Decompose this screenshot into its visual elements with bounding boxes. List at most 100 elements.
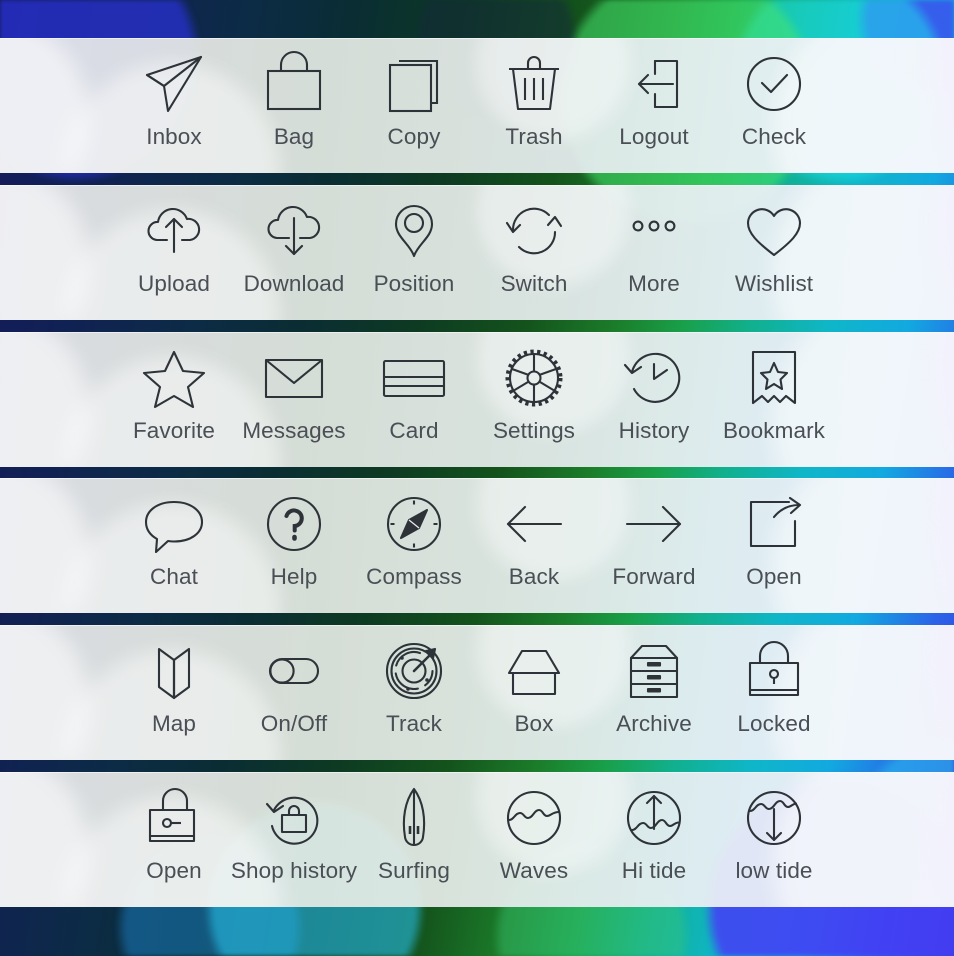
icon-label: Help: [270, 564, 318, 589]
icon-label: Position: [373, 271, 455, 296]
icon-cell-check[interactable]: Check: [714, 38, 834, 173]
icon-cell-surfing[interactable]: Surfing: [354, 772, 474, 907]
icon-label: Bookmark: [722, 418, 826, 443]
shopping-bag-icon: [255, 40, 333, 128]
cloud-upload-icon: [135, 187, 213, 275]
icon-label: On/Off: [260, 711, 328, 736]
icon-cell-archive[interactable]: Archive: [594, 625, 714, 760]
icon-label: Inbox: [146, 124, 202, 149]
icon-label: Switch: [500, 271, 568, 296]
icon-cell-hi-tide[interactable]: Hi tide: [594, 772, 714, 907]
icon-label: low tide: [735, 858, 813, 883]
refresh-switch-icon: [495, 187, 573, 275]
icon-label: Open: [146, 858, 202, 883]
waves-circle-icon: [495, 774, 573, 862]
icon-cell-wishlist[interactable]: Wishlist: [714, 185, 834, 320]
speech-bubble-icon: [135, 480, 213, 568]
icon-cell-bag[interactable]: Bag: [234, 38, 354, 173]
icon-label: Hi tide: [621, 858, 687, 883]
icon-cell-forward[interactable]: Forward: [594, 478, 714, 613]
icon-label: Copy: [387, 124, 441, 149]
icon-cell-help[interactable]: Help: [234, 478, 354, 613]
icon-cell-low-tide[interactable]: low tide: [714, 772, 834, 907]
icon-cell-card[interactable]: Card: [354, 332, 474, 467]
icon-label: More: [628, 271, 680, 296]
icon-cell-more[interactable]: More: [594, 185, 714, 320]
trash-can-icon: [495, 40, 573, 128]
icon-label: Favorite: [132, 418, 216, 443]
bookmark-star-icon: [735, 334, 813, 422]
envelope-icon: [255, 334, 333, 422]
icon-label: History: [618, 418, 690, 443]
icon-row-4: Chat Help Compass Back Forward Open: [0, 478, 954, 613]
icon-row-1: Inbox Bag Copy Trash Logout Check: [0, 38, 954, 173]
icon-cell-open-external[interactable]: Open: [714, 478, 834, 613]
icon-cell-chat[interactable]: Chat: [114, 478, 234, 613]
arrow-left-icon: [495, 480, 573, 568]
shop-history-icon: [255, 774, 333, 862]
icon-label: Back: [508, 564, 560, 589]
icon-label: Forward: [612, 564, 696, 589]
clock-rewind-icon: [615, 334, 693, 422]
send-paper-plane-icon: [135, 40, 213, 128]
icon-cell-inbox[interactable]: Inbox: [114, 38, 234, 173]
icon-label: Download: [243, 271, 345, 296]
icon-cell-favorite[interactable]: Favorite: [114, 332, 234, 467]
icon-cell-position[interactable]: Position: [354, 185, 474, 320]
cloud-download-icon: [255, 187, 333, 275]
compass-icon: [375, 480, 453, 568]
icon-cell-download[interactable]: Download: [234, 185, 354, 320]
icon-label: Wishlist: [734, 271, 814, 296]
icon-label: Compass: [366, 564, 462, 589]
icon-cell-compass[interactable]: Compass: [354, 478, 474, 613]
icon-cell-messages[interactable]: Messages: [234, 332, 354, 467]
icon-label: Shop history: [230, 858, 358, 883]
icon-row-2: Upload Download Position Switch More Wis…: [0, 185, 954, 320]
toggle-switch-icon: [255, 627, 333, 715]
check-circle-icon: [735, 40, 813, 128]
icon-cell-bookmark[interactable]: Bookmark: [714, 332, 834, 467]
icon-label: Check: [741, 124, 807, 149]
icon-cell-upload[interactable]: Upload: [114, 185, 234, 320]
icon-label: Chat: [150, 564, 198, 589]
arrow-right-icon: [615, 480, 693, 568]
icon-cell-copy[interactable]: Copy: [354, 38, 474, 173]
icon-cell-history[interactable]: History: [594, 332, 714, 467]
icon-cell-locked[interactable]: Locked: [714, 625, 834, 760]
icon-cell-back[interactable]: Back: [474, 478, 594, 613]
icon-row-3: Favorite Messages Card Settings History …: [0, 332, 954, 467]
credit-card-icon: [375, 334, 453, 422]
icon-label: Map: [151, 711, 197, 736]
low-tide-icon: [735, 774, 813, 862]
icon-cell-map[interactable]: Map: [114, 625, 234, 760]
copy-pages-icon: [375, 40, 453, 128]
icon-label: Box: [514, 711, 554, 736]
icon-sheet: Inbox Bag Copy Trash Logout Check Upload…: [0, 0, 954, 956]
icon-label: Surfing: [378, 858, 450, 883]
radar-track-icon: [375, 627, 453, 715]
icon-cell-settings[interactable]: Settings: [474, 332, 594, 467]
icon-cell-waves[interactable]: Waves: [474, 772, 594, 907]
logout-arrow-icon: [615, 40, 693, 128]
icon-cell-open-lock[interactable]: Open: [114, 772, 234, 907]
icon-cell-box[interactable]: Box: [474, 625, 594, 760]
surfboard-icon: [375, 774, 453, 862]
three-dots-icon: [615, 187, 693, 275]
icon-cell-logout[interactable]: Logout: [594, 38, 714, 173]
icon-row-5: Map On/Off Track Box Archive Locked: [0, 625, 954, 760]
high-tide-icon: [615, 774, 693, 862]
icon-label: Bag: [273, 124, 315, 149]
icon-cell-shop-history[interactable]: Shop history: [230, 772, 358, 907]
icon-cell-trash[interactable]: Trash: [474, 38, 594, 173]
icon-cell-switch[interactable]: Switch: [474, 185, 594, 320]
icon-label: Open: [746, 564, 802, 589]
icon-cell-track[interactable]: Track: [354, 625, 474, 760]
icon-label: Upload: [138, 271, 210, 296]
star-icon: [135, 334, 213, 422]
open-external-icon: [735, 480, 813, 568]
icon-cell-onoff[interactable]: On/Off: [234, 625, 354, 760]
heart-icon: [735, 187, 813, 275]
icon-label: Trash: [505, 124, 563, 149]
map-pin-icon: [375, 187, 453, 275]
gear-wheel-icon: [495, 334, 573, 422]
